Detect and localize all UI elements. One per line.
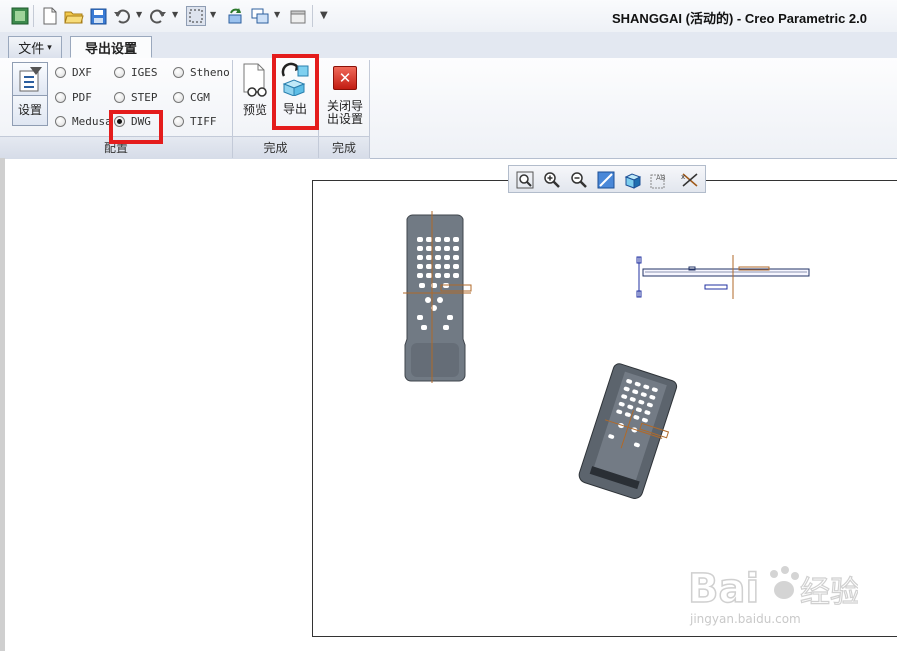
windows-icon[interactable] [250,6,270,26]
radio-label: TIFF [190,115,217,128]
chevron-down-icon: ▾ [47,42,52,53]
zoom-in-icon[interactable] [541,169,562,190]
toolbar-separator [33,5,34,27]
redo-icon[interactable] [148,6,168,26]
front-view [403,211,472,383]
radio-label: Stheno [190,66,230,79]
repaint-icon[interactable] [595,169,616,190]
close-label-line2: 出设置 [326,112,363,126]
graphics-toolbar: AB x [508,165,706,193]
windows-dropdown-icon[interactable]: ▼ [274,10,282,20]
svg-text:经验: 经验 [800,575,858,610]
radio-button-icon [55,116,66,127]
datum-display-icon[interactable]: x [679,169,700,190]
radio-stheno[interactable]: Stheno [173,66,230,79]
undo-icon[interactable] [112,6,132,26]
radio-label: DXF [72,66,92,79]
settings-list-icon [12,62,48,96]
highlight-box-dwg [109,110,163,144]
select-box-icon[interactable] [186,6,206,26]
radio-label: IGES [131,66,158,79]
setup-label: 设置 [17,103,42,117]
quick-access-toolbar: ▼ ▼ ▼ ▼ ▼ SHANGGAI (活动的) - Creo Parametr… [0,0,897,32]
radio-pdf[interactable]: PDF [55,91,92,104]
highlight-box-export [272,54,319,130]
radio-label: Medusa [72,115,112,128]
preview-button[interactable]: 预览 [237,62,273,117]
close-icon: ✕ [333,66,357,90]
window-title: SHANGGAI (活动的) - Creo Parametric 2.0 [611,11,867,26]
tab-file-label: 文件 [18,42,45,57]
zoom-out-icon[interactable] [568,169,589,190]
group-label-finish: 完成 [331,141,356,155]
baidu-watermark-logo: Bai 经验 [687,560,860,615]
shading-display-icon[interactable] [622,169,643,190]
radio-button-icon [55,92,66,103]
ribbon-tab-bar: 文件 ▾ 导出设置 [0,32,897,59]
preview-icon [240,62,270,101]
radio-cgm[interactable]: CGM [173,91,210,104]
redo-dropdown-icon[interactable]: ▼ [172,10,180,20]
radio-step[interactable]: STEP [114,91,158,104]
toolbar-separator [312,5,313,27]
radio-button-icon [173,92,184,103]
close-window-icon[interactable] [288,6,308,26]
radio-label: CGM [190,91,210,104]
radio-button-icon [114,67,125,78]
save-icon[interactable] [88,6,108,26]
svg-text:AB: AB [656,174,666,182]
group-separator [369,60,370,158]
undo-dropdown-icon[interactable]: ▼ [136,10,144,20]
regenerate-icon[interactable] [226,6,246,26]
preview-label: 预览 [242,103,267,117]
watermark-url: jingyan.baidu.com [690,612,801,626]
tab-export-settings-label: 导出设置 [84,41,137,57]
open-folder-icon[interactable] [64,6,84,26]
svg-text:Bai: Bai [688,566,759,612]
refit-icon[interactable] [514,169,535,190]
close-export-settings-button[interactable]: ✕ 关闭导 出设置 [323,66,367,126]
svg-text:x: x [681,173,685,181]
group-label-finish: 完成 [263,141,288,155]
select-dropdown-icon[interactable]: ▼ [210,10,218,20]
radio-dxf[interactable]: DXF [55,66,92,79]
radio-button-icon [173,116,184,127]
customize-toolbar-icon[interactable]: ▼ [320,10,328,21]
radio-button-icon [114,92,125,103]
radio-medusa[interactable]: Medusa [55,115,112,128]
left-panel-edge [0,158,5,651]
radio-label: STEP [131,91,158,104]
radio-iges[interactable]: IGES [114,66,158,79]
radio-button-icon [55,67,66,78]
setup-button-frame: 设置 [12,96,48,126]
annotation-display-icon[interactable]: AB [649,169,670,190]
tab-file[interactable]: 文件 ▾ [8,36,62,58]
isometric-view [578,363,678,499]
side-view [636,255,810,299]
radio-tiff[interactable]: TIFF [173,115,217,128]
setup-button[interactable]: 设置 [10,62,50,126]
radio-button-icon [173,67,184,78]
tab-export-settings[interactable]: 导出设置 [70,36,152,58]
creo-app-icon[interactable] [10,6,30,26]
radio-label: PDF [72,91,92,104]
new-file-icon[interactable] [40,6,60,26]
